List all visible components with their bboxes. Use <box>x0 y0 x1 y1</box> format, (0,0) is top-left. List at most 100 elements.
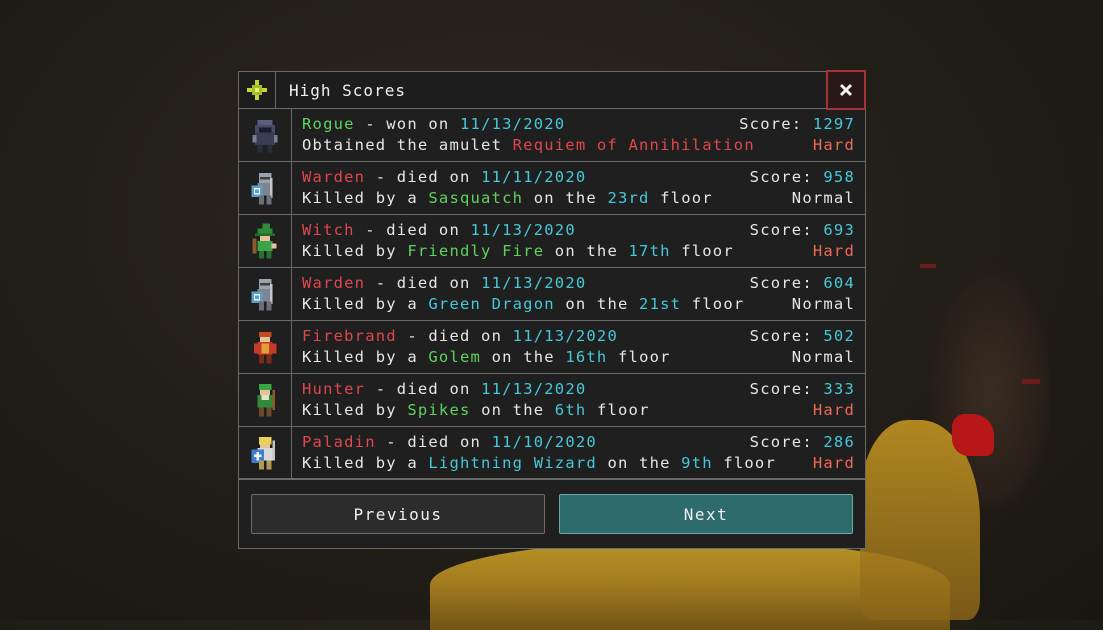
outcome-text: - won on <box>354 115 460 133</box>
cause-text-part: Killed by <box>302 401 408 419</box>
cause-text-part: Killed by <box>302 242 408 260</box>
cause-text-part: Green Dragon <box>428 295 555 313</box>
score-value: Score: 333 <box>750 380 855 398</box>
cause-text-part: 6th <box>554 401 587 419</box>
close-icon <box>839 83 853 97</box>
high-scores-dialog: High Scores Rogue - won on 11/13/2020 Obt… <box>238 70 866 549</box>
warden-avatar-icon <box>239 162 292 214</box>
character-class: Hunter <box>302 380 366 398</box>
score-value: Score: 958 <box>750 168 855 186</box>
cause-text-part: on the <box>596 454 682 472</box>
cause-text-part: 16th <box>565 348 608 366</box>
score-headline: Warden - died on 11/13/2020 <box>302 274 586 292</box>
paladin-avatar-icon <box>239 427 292 479</box>
score-label: Score: <box>749 380 824 398</box>
score-label: Score: <box>749 327 824 345</box>
cause-text-part: Obtained the amulet <box>302 136 513 154</box>
character-class: Paladin <box>302 433 376 451</box>
score-row: Rogue - won on 11/13/2020 Obtained the am… <box>239 109 865 162</box>
score-number: 604 <box>823 274 855 292</box>
cause-of-end: Killed by Friendly Fire on the 17th floo… <box>302 242 734 260</box>
difficulty-label: Hard <box>812 401 855 419</box>
cause-text-part: 23rd <box>607 189 650 207</box>
score-value: Score: 604 <box>750 274 855 292</box>
run-date: 11/13/2020 <box>481 274 587 292</box>
cause-text-part: Friendly Fire <box>407 242 545 260</box>
cause-text-part: floor <box>586 401 650 419</box>
cause-text-part: Killed by a <box>302 295 429 313</box>
run-date: 11/13/2020 <box>460 115 566 133</box>
score-row: Witch - died on 11/13/2020 Killed by Frie… <box>239 215 865 268</box>
cause-of-end: Killed by a Golem on the 16th floor <box>302 348 671 366</box>
next-button[interactable]: Next <box>559 494 853 534</box>
cause-text-part: Sasquatch <box>428 189 524 207</box>
score-row: Firebrand - died on 11/13/2020 Killed by … <box>239 321 865 374</box>
cause-of-end: Killed by Spikes on the 6th floor <box>302 401 650 419</box>
score-row: Warden - died on 11/11/2020 Killed by a S… <box>239 162 865 215</box>
previous-button[interactable]: Previous <box>251 494 545 534</box>
character-class: Warden <box>302 274 366 292</box>
cause-of-end: Obtained the amulet Requiem of Annihilat… <box>302 136 755 154</box>
cause-text-part: floor <box>712 454 776 472</box>
cause-text-part: floor <box>670 242 734 260</box>
cause-of-end: Killed by a Sasquatch on the 23rd floor <box>302 189 713 207</box>
score-headline: Warden - died on 11/11/2020 <box>302 168 586 186</box>
run-date: 11/13/2020 <box>470 221 576 239</box>
cause-text-part: floor <box>607 348 671 366</box>
cause-text-part: on the <box>544 242 629 260</box>
compass-rose-icon <box>239 72 276 108</box>
close-button[interactable] <box>826 70 866 110</box>
cause-text-part: Killed by a <box>302 454 429 472</box>
difficulty-label: Normal <box>791 189 855 207</box>
score-number: 333 <box>823 380 855 398</box>
outcome-text: - died on <box>396 327 513 345</box>
cause-text-part: 17th <box>628 242 671 260</box>
difficulty-label: Normal <box>791 295 855 313</box>
background-red-emblem <box>952 414 994 456</box>
cause-text-part: on the <box>481 348 566 366</box>
hunter-avatar-icon <box>239 374 292 426</box>
character-class: Rogue <box>302 115 355 133</box>
run-date: 11/11/2020 <box>481 168 587 186</box>
warden-avatar-icon <box>239 268 292 320</box>
outcome-text: - died on <box>365 168 482 186</box>
score-value: Score: 502 <box>750 327 855 345</box>
character-class: Warden <box>302 168 366 186</box>
cause-text-part: Killed by a <box>302 348 429 366</box>
background-red-eyes <box>1022 379 1040 384</box>
score-value: Score: 286 <box>750 433 855 451</box>
cause-of-end: Killed by a Green Dragon on the 21st flo… <box>302 295 744 313</box>
outcome-text: - died on <box>365 274 482 292</box>
score-row: Hunter - died on 11/13/2020 Killed by Spi… <box>239 374 865 427</box>
score-headline: Witch - died on 11/13/2020 <box>302 221 576 239</box>
pagination-footer: Previous Next <box>239 482 865 548</box>
score-number: 693 <box>823 221 855 239</box>
outcome-text: - died on <box>354 221 471 239</box>
cause-of-end: Killed by a Lightning Wizard on the 9th … <box>302 454 776 472</box>
score-number: 502 <box>823 327 855 345</box>
score-number: 286 <box>823 433 855 451</box>
run-date: 11/13/2020 <box>481 380 587 398</box>
score-number: 958 <box>823 168 855 186</box>
score-headline: Hunter - died on 11/13/2020 <box>302 380 586 398</box>
difficulty-label: Hard <box>812 242 855 260</box>
cause-text-part: Requiem of Annihilation <box>512 136 755 154</box>
dialog-title: High Scores <box>289 81 406 100</box>
score-headline: Paladin - died on 11/10/2020 <box>302 433 597 451</box>
cause-text-part: 21st <box>639 295 682 313</box>
rogue-avatar-icon <box>239 109 292 161</box>
score-list: Rogue - won on 11/13/2020 Obtained the am… <box>239 109 865 480</box>
score-label: Score: <box>749 168 824 186</box>
cause-text-part: floor <box>681 295 745 313</box>
run-date: 11/13/2020 <box>512 327 618 345</box>
cause-text-part: Golem <box>428 348 482 366</box>
cause-text-part: Spikes <box>407 401 471 419</box>
score-number: 1297 <box>812 115 855 133</box>
witch-avatar-icon <box>239 215 292 267</box>
dialog-title-bar: High Scores <box>239 70 866 110</box>
score-label: Score: <box>739 115 813 133</box>
background-red-eyes <box>920 264 936 268</box>
score-label: Score: <box>749 433 824 451</box>
score-row: Warden - died on 11/13/2020 Killed by a G… <box>239 268 865 321</box>
score-headline: Firebrand - died on 11/13/2020 <box>302 327 618 345</box>
